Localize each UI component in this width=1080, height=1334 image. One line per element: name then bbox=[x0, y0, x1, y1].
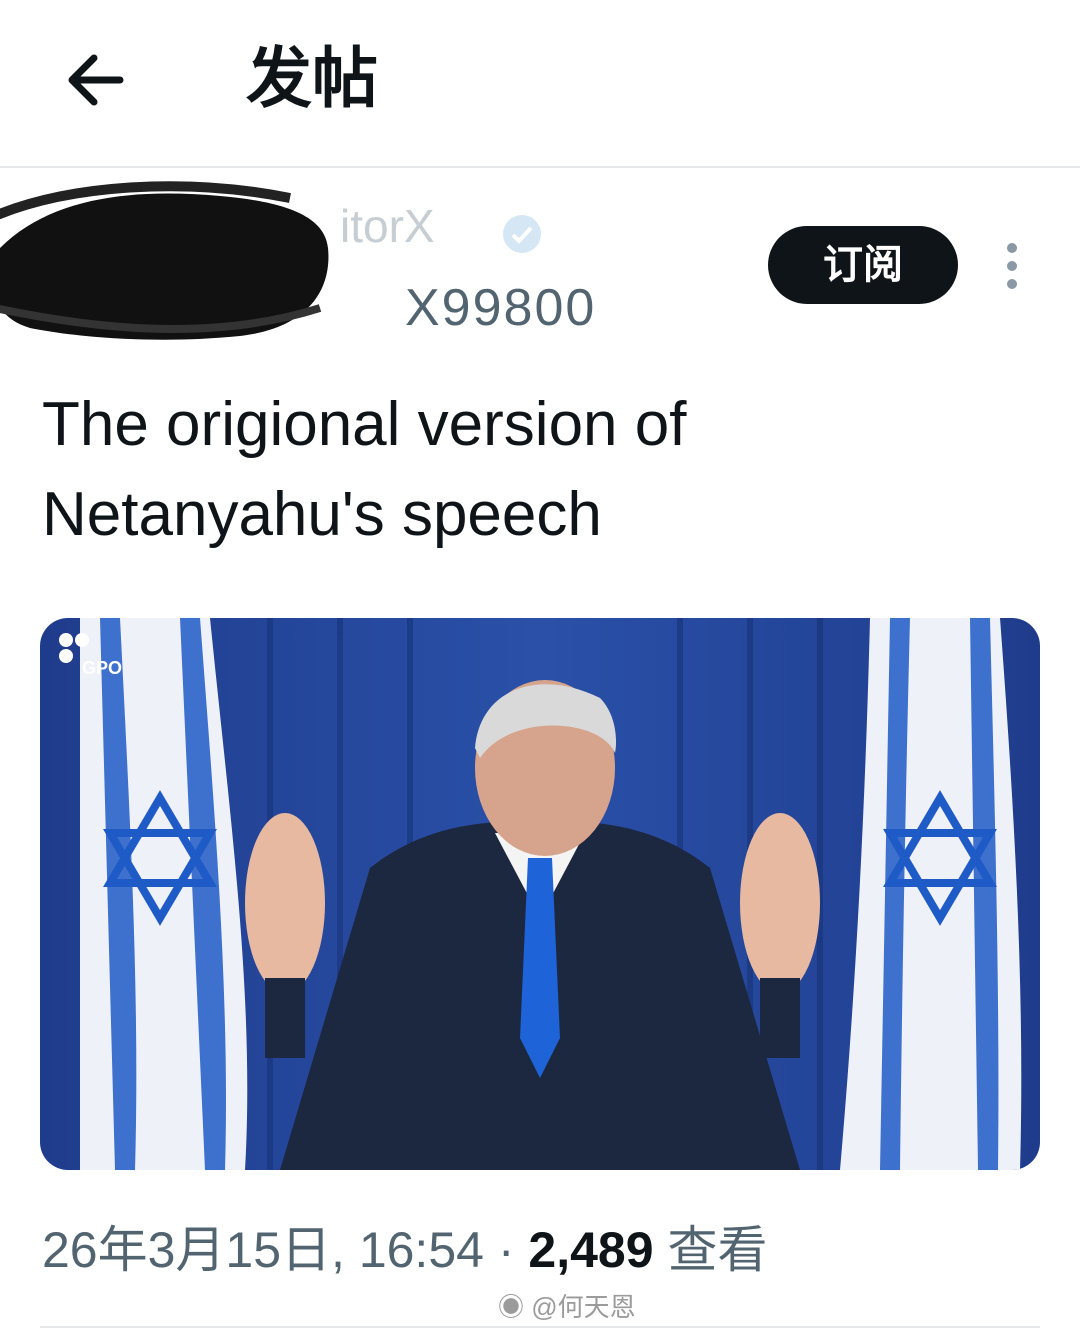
tweet-text-line: The origional version of bbox=[42, 390, 687, 459]
watermark-text: @何天恩 bbox=[531, 1292, 636, 1322]
views-label: 查看 bbox=[667, 1222, 768, 1278]
display-name[interactable]: itorX bbox=[340, 196, 435, 256]
tweet-text: The origional version of Netanyahu's spe… bbox=[42, 380, 1032, 560]
media-illustration: GPO bbox=[40, 618, 1040, 1170]
timestamp[interactable]: 26年3月15日, 16:54 bbox=[42, 1222, 484, 1278]
top-bar: 发帖 bbox=[0, 0, 1080, 168]
gpo-logo-text: GPO bbox=[82, 658, 122, 678]
verified-badge-icon bbox=[503, 215, 541, 253]
views-count: 2,489 bbox=[528, 1222, 654, 1278]
more-options-button[interactable] bbox=[994, 238, 1030, 294]
redaction-scribble bbox=[0, 181, 329, 340]
tweet-text-line: Netanyahu's speech bbox=[42, 480, 602, 549]
watermark: ◉ @何天恩 bbox=[498, 1290, 636, 1324]
arrow-left-icon bbox=[68, 54, 124, 106]
page-title: 发帖 bbox=[246, 41, 378, 115]
tweet-meta: 26年3月15日, 16:54 · 2,489 查看 bbox=[42, 1214, 767, 1286]
divider bbox=[40, 1326, 1040, 1328]
tweet-media-image[interactable]: GPO bbox=[40, 618, 1040, 1170]
user-handle[interactable]: X99800 bbox=[405, 276, 596, 340]
subscribe-button[interactable]: 订阅 bbox=[768, 226, 958, 304]
more-vertical-icon bbox=[1007, 243, 1017, 289]
weibo-logo-icon: ◉ bbox=[498, 1292, 525, 1322]
back-button[interactable] bbox=[56, 40, 136, 120]
meta-separator: · bbox=[497, 1222, 515, 1278]
